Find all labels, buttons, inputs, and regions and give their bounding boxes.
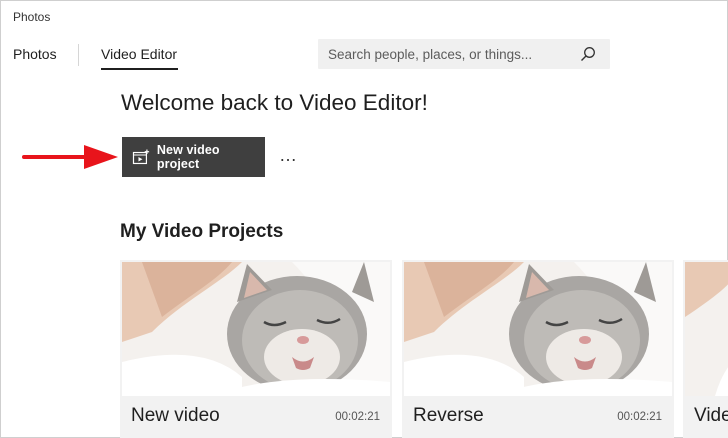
- project-card-new-video[interactable]: New video 00:02:21: [120, 260, 392, 438]
- more-options-button[interactable]: …: [279, 145, 303, 165]
- project-title: Vide: [694, 405, 728, 426]
- section-title-my-video-projects: My Video Projects: [120, 221, 284, 242]
- app-title: Photos: [13, 10, 51, 24]
- active-tab-indicator: [101, 68, 178, 70]
- tab-photos[interactable]: Photos: [13, 46, 57, 62]
- project-duration: 00:02:21: [335, 411, 380, 423]
- annotation-arrow-icon: [22, 145, 118, 169]
- project-title: Reverse: [413, 405, 484, 426]
- kitten-thumbnail: [685, 262, 728, 396]
- project-title: New video: [131, 405, 220, 426]
- search-icon[interactable]: [580, 46, 596, 62]
- search-input[interactable]: [328, 39, 578, 69]
- kitten-thumbnail: [404, 262, 672, 396]
- project-card-partial[interactable]: Vide: [683, 260, 728, 438]
- new-video-project-label: New video project: [156, 143, 220, 171]
- new-video-project-button[interactable]: New video project: [122, 137, 265, 177]
- project-duration: 00:02:21: [617, 411, 662, 423]
- welcome-heading: Welcome back to Video Editor!: [121, 90, 428, 115]
- tab-video-editor[interactable]: Video Editor: [101, 46, 177, 62]
- nav-divider: [78, 44, 79, 66]
- project-card-reverse[interactable]: Reverse 00:02:21: [402, 260, 674, 438]
- search-box[interactable]: [318, 39, 610, 69]
- kitten-thumbnail: [122, 262, 390, 396]
- video-project-icon: [132, 149, 150, 165]
